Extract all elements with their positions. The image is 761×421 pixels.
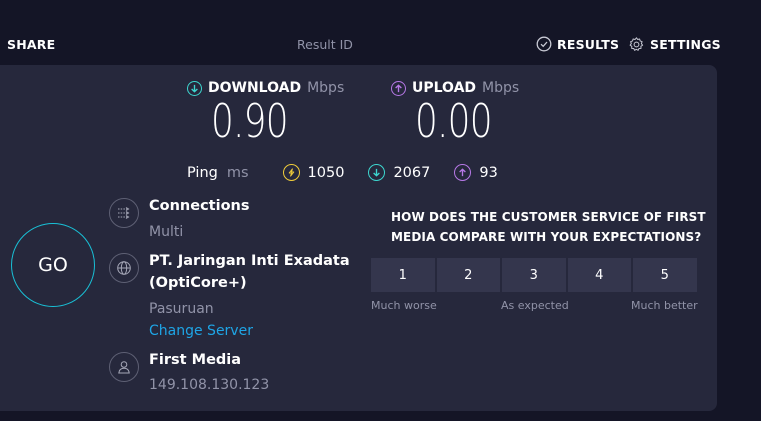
go-button[interactable]: GO bbox=[11, 223, 95, 307]
settings-button[interactable]: SETTINGS bbox=[628, 36, 721, 53]
connections-value[interactable]: Multi bbox=[149, 224, 183, 240]
ping-row: Ping ms 1050 2067 93 bbox=[187, 164, 498, 181]
upload-speed-value: 0.00 bbox=[415, 94, 493, 148]
globe-icon bbox=[109, 253, 139, 283]
gear-icon bbox=[628, 36, 645, 53]
scale-label-low: Much worse bbox=[371, 299, 437, 312]
server-location: Pasuruan bbox=[149, 301, 214, 317]
server-name-line1: PT. Jaringan Inti Exadata bbox=[149, 253, 350, 269]
ping-upload-icon bbox=[454, 164, 472, 181]
settings-label: SETTINGS bbox=[650, 37, 721, 52]
survey-rating-scale: 1 2 3 4 5 bbox=[371, 258, 697, 292]
connections-icon bbox=[109, 198, 139, 228]
server-name-line2: (OptiCore+) bbox=[149, 275, 247, 291]
survey-question-line2: MEDIA COMPARE WITH YOUR EXPECTATIONS? bbox=[391, 230, 702, 244]
rating-option-1[interactable]: 1 bbox=[371, 258, 435, 292]
isp-name: First Media bbox=[149, 352, 242, 368]
survey-question-line1: HOW DOES THE CUSTOMER SERVICE OF FIRST bbox=[391, 210, 706, 224]
arrow-down-circle-icon bbox=[187, 80, 202, 96]
arrow-up-circle-icon bbox=[391, 80, 406, 96]
lightning-circle-icon bbox=[282, 164, 300, 181]
go-label: GO bbox=[38, 254, 68, 276]
isp-ip-address: 149.108.130.123 bbox=[149, 377, 270, 393]
ping-label: Ping bbox=[187, 164, 218, 181]
rating-option-2[interactable]: 2 bbox=[436, 258, 500, 292]
connections-title: Connections bbox=[149, 198, 250, 214]
scale-label-mid: As expected bbox=[501, 299, 569, 312]
scale-label-high: Much better bbox=[631, 299, 698, 312]
download-unit: Mbps bbox=[307, 80, 345, 96]
ping-download-icon bbox=[368, 164, 386, 181]
check-circle-icon bbox=[536, 36, 552, 52]
share-link[interactable]: SHARE bbox=[7, 37, 55, 52]
change-server-link[interactable]: Change Server bbox=[149, 323, 253, 339]
rating-option-5[interactable]: 5 bbox=[633, 258, 697, 292]
download-speed-value: 0.90 bbox=[211, 94, 289, 148]
result-id-label: Result ID bbox=[297, 37, 353, 52]
results-button[interactable]: RESULTS bbox=[536, 36, 619, 52]
ping-idle-value: 1050 bbox=[307, 164, 345, 181]
rating-option-4[interactable]: 4 bbox=[567, 258, 631, 292]
ping-download-value: 2067 bbox=[393, 164, 431, 181]
rating-option-3[interactable]: 3 bbox=[502, 258, 566, 292]
ping-unit: ms bbox=[226, 164, 249, 181]
user-icon bbox=[109, 352, 139, 382]
ping-upload-value: 93 bbox=[479, 164, 498, 181]
results-label: RESULTS bbox=[557, 36, 620, 52]
